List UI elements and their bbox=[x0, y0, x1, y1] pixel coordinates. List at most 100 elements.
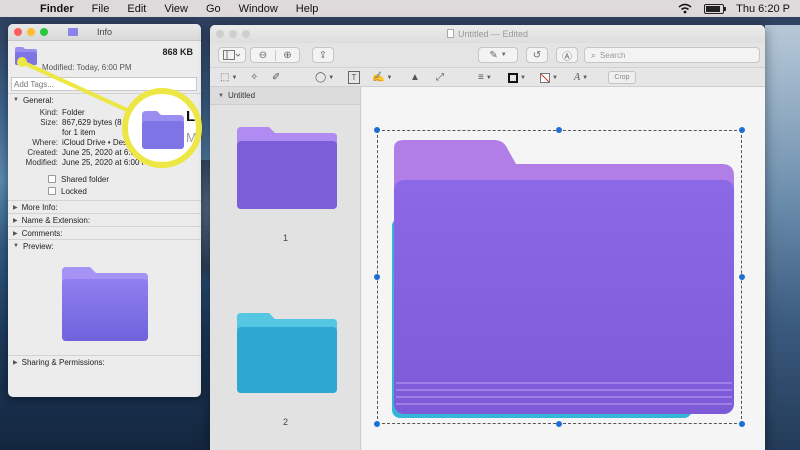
battery-level bbox=[706, 5, 721, 12]
checkbox[interactable] bbox=[48, 175, 56, 183]
text-style-icon[interactable]: A ▼ bbox=[574, 71, 588, 84]
selection-rectangle[interactable] bbox=[374, 127, 745, 427]
sidebar-heading-label: Untitled bbox=[227, 91, 256, 100]
resize-handle[interactable] bbox=[374, 127, 380, 133]
border-color-icon[interactable]: ▼ bbox=[508, 71, 526, 84]
markup-toolbar-button[interactable]: Ⓐ bbox=[556, 47, 578, 63]
section-label: Comments: bbox=[21, 228, 63, 238]
menu-file[interactable]: File bbox=[92, 3, 110, 15]
locked-checkbox[interactable]: Locked bbox=[48, 185, 201, 197]
shared-folder-label: Shared folder bbox=[61, 174, 110, 184]
sketch-icon[interactable]: ✐ bbox=[272, 71, 280, 84]
zoom-in-icon[interactable]: ⊕ bbox=[274, 49, 299, 61]
folder-icon[interactable] bbox=[14, 46, 38, 66]
section-general-label: General: bbox=[22, 95, 54, 105]
field-label: Created: bbox=[27, 148, 58, 157]
sidebar-heading[interactable]: ▼ Untitled bbox=[210, 87, 360, 105]
share-button[interactable]: ⇪ bbox=[312, 47, 334, 63]
disclosure-open-icon[interactable]: ▼ bbox=[13, 243, 19, 249]
field-value: 867,629 bytes (8 bbox=[62, 118, 122, 127]
menu-edit[interactable]: Edit bbox=[127, 3, 146, 15]
chevron-down-icon: ▼ bbox=[500, 52, 507, 58]
disclosure-open-icon[interactable]: ▼ bbox=[218, 93, 224, 99]
sidebar-icon bbox=[223, 50, 241, 60]
locked-label: Locked bbox=[61, 186, 87, 196]
zoom-out-icon[interactable]: ⊖ bbox=[251, 50, 275, 61]
info-modified: Modified: Today, 6:00 PM bbox=[42, 63, 132, 72]
instant-alpha-icon[interactable]: ✧ bbox=[250, 71, 258, 84]
callout-magnifier: L M bbox=[122, 88, 202, 168]
menu-go[interactable]: Go bbox=[206, 3, 221, 15]
field-label bbox=[8, 128, 58, 138]
folder-icon bbox=[142, 111, 184, 149]
page-thumbnail-2[interactable] bbox=[235, 313, 339, 395]
preview-window-title: Untitled — Edited bbox=[210, 29, 765, 39]
wifi-icon[interactable] bbox=[678, 3, 692, 14]
checkbox[interactable] bbox=[48, 187, 56, 195]
sign-icon[interactable]: ✍ ▼ bbox=[372, 71, 392, 84]
document-icon bbox=[446, 29, 454, 38]
fill-color-icon[interactable]: ▼ bbox=[540, 71, 558, 84]
disclosure-closed-icon[interactable]: ▶ bbox=[13, 217, 18, 224]
field-value: Folder bbox=[62, 108, 85, 117]
section-label: More Info: bbox=[21, 202, 58, 212]
page-number-1: 1 bbox=[282, 233, 288, 243]
adjust-color-icon[interactable]: ▲ bbox=[410, 71, 420, 84]
menu-view[interactable]: View bbox=[164, 3, 188, 15]
menu-window[interactable]: Window bbox=[239, 3, 278, 15]
share-icon: ⇪ bbox=[318, 49, 328, 61]
line-style-icon[interactable]: ≡ ▼ bbox=[478, 71, 492, 84]
menu-clock[interactable]: Thu 6:20 P bbox=[736, 3, 790, 15]
section-label: Name & Extension: bbox=[21, 215, 91, 225]
section-comments[interactable]: ▶ Comments: bbox=[8, 226, 201, 239]
battery-icon[interactable] bbox=[704, 3, 727, 14]
markup-pen-button[interactable]: ✎ ▼ bbox=[478, 47, 518, 63]
preview-toolbar: ⊖ ⊕ ⇪ ✎ ▼ ↺ Ⓐ ⌕ Search bbox=[210, 43, 765, 67]
resize-handle[interactable] bbox=[739, 127, 745, 133]
shapes-icon[interactable]: ◯ ▼ bbox=[315, 71, 334, 84]
info-window: Info 868 KB Modified: Today, 6:00 PM ▼ G… bbox=[8, 24, 201, 397]
info-titlebar[interactable]: Info bbox=[8, 24, 201, 41]
disclosure-closed-icon[interactable]: ▶ bbox=[13, 359, 18, 366]
sidebar-toggle-button[interactable] bbox=[218, 47, 246, 63]
field-label: Where: bbox=[32, 138, 58, 147]
zoom-controls: ⊖ ⊕ bbox=[250, 47, 300, 63]
rotate-button[interactable]: ↺ bbox=[526, 47, 548, 63]
text-icon[interactable]: T bbox=[348, 71, 360, 84]
field-value: iCloud Drive • Deskt bbox=[62, 138, 134, 147]
page-thumbnail-1[interactable] bbox=[235, 127, 339, 211]
section-label: Preview: bbox=[22, 241, 54, 251]
section-name-extension[interactable]: ▶ Name & Extension: bbox=[8, 213, 201, 226]
field-value: for 1 item bbox=[62, 128, 96, 137]
resize-handle[interactable] bbox=[374, 421, 380, 427]
preview-titlebar[interactable]: Untitled — Edited bbox=[210, 25, 765, 43]
search-icon: ⌕ bbox=[591, 49, 597, 60]
rect-select-icon[interactable]: ⬚ ▼ bbox=[220, 71, 237, 84]
resize-handle[interactable] bbox=[739, 421, 745, 427]
menu-help[interactable]: Help bbox=[296, 3, 319, 15]
wallpaper-edge bbox=[765, 25, 800, 450]
resize-handle[interactable] bbox=[556, 127, 562, 133]
disclosure-closed-icon[interactable]: ▶ bbox=[13, 204, 18, 211]
section-preview[interactable]: ▼ Preview: bbox=[8, 239, 201, 252]
section-sharing[interactable]: ▶ Sharing & Permissions: bbox=[8, 355, 201, 368]
resize-handle[interactable] bbox=[556, 421, 562, 427]
info-size: 868 KB bbox=[162, 47, 193, 57]
rotate-icon: ↺ bbox=[532, 49, 542, 61]
search-placeholder: Search bbox=[600, 50, 626, 60]
document-canvas[interactable] bbox=[362, 87, 765, 450]
adjust-size-icon[interactable]: ⤢ bbox=[436, 71, 444, 84]
menu-finder[interactable]: Finder bbox=[40, 3, 74, 15]
preview-folder-icon bbox=[62, 267, 148, 341]
field-label: Modified: bbox=[25, 158, 58, 167]
resize-handle[interactable] bbox=[739, 274, 745, 280]
disclosure-closed-icon[interactable]: ▶ bbox=[13, 230, 18, 237]
crop-button[interactable]: Crop bbox=[608, 71, 636, 84]
resize-handle[interactable] bbox=[374, 274, 380, 280]
disclosure-open-icon[interactable]: ▼ bbox=[13, 97, 19, 103]
search-field[interactable]: ⌕ Search bbox=[584, 47, 760, 63]
info-window-title: Info bbox=[96, 27, 112, 37]
section-more-info[interactable]: ▶ More Info: bbox=[8, 200, 201, 213]
field-label: Size: bbox=[40, 118, 58, 127]
shared-folder-checkbox[interactable]: Shared folder bbox=[48, 173, 201, 185]
